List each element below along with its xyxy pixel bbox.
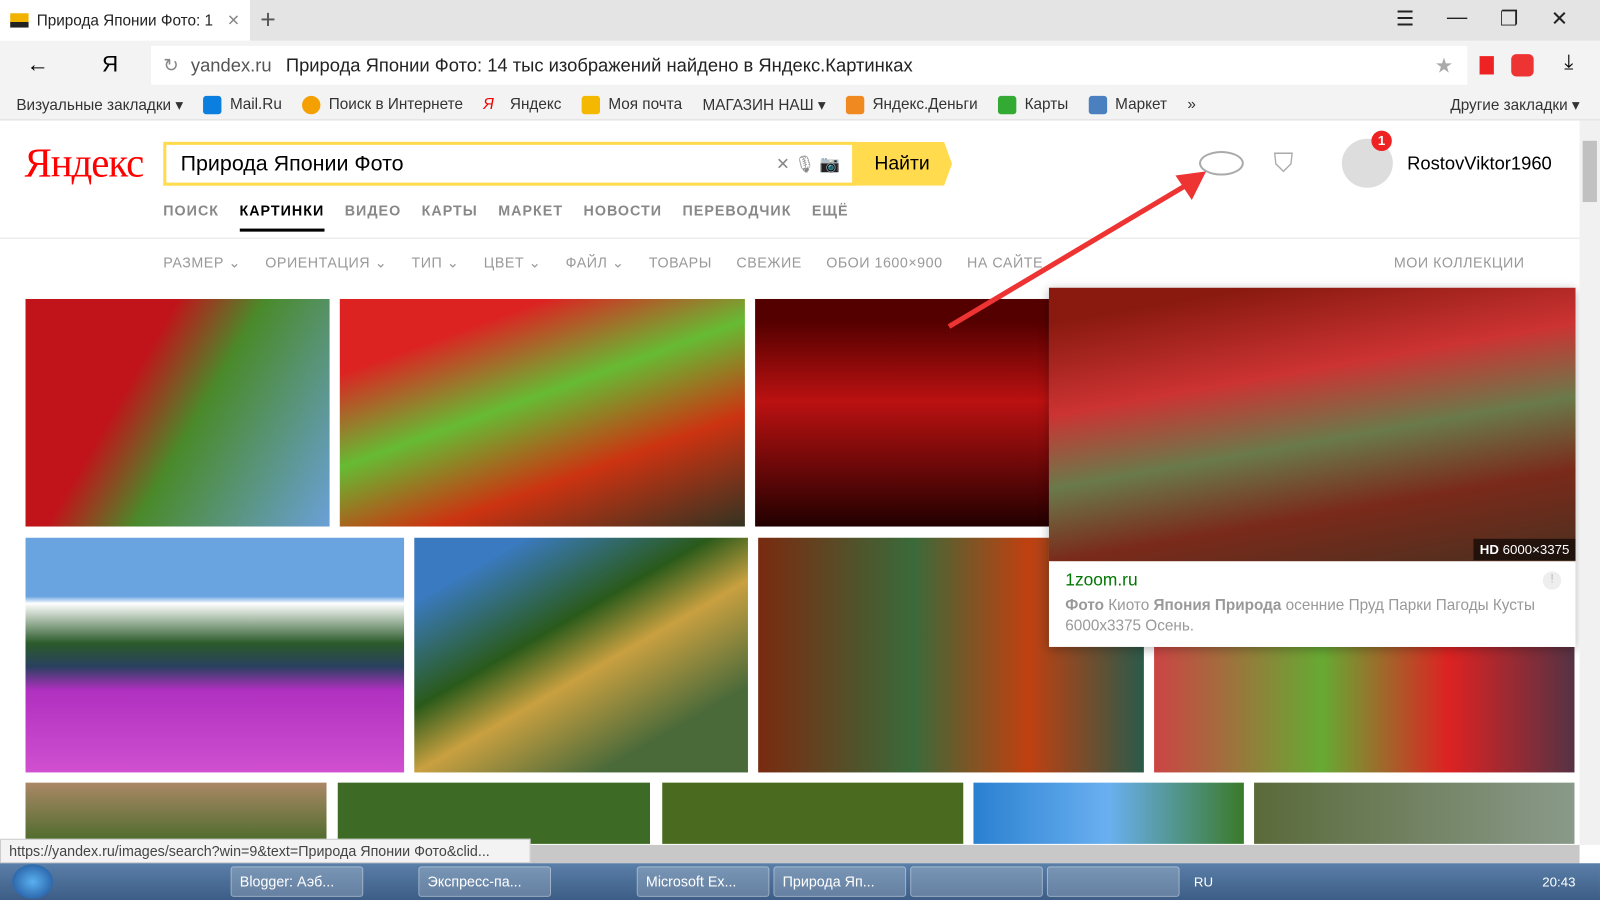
bookmark-item[interactable]: Поиск в Интернете [302, 95, 463, 114]
more-bookmarks[interactable]: » [1187, 96, 1196, 113]
report-icon[interactable]: ! [1542, 571, 1562, 590]
image-thumbnail[interactable] [337, 782, 650, 844]
star-icon[interactable]: ★ [1435, 53, 1453, 79]
filter-orientation[interactable]: ОРИЕНТАЦИЯ ⌄ [265, 254, 387, 271]
filter-file[interactable]: ФАЙЛ ⌄ [566, 254, 625, 271]
divider [0, 237, 1580, 239]
image-thumbnail[interactable] [339, 298, 745, 527]
start-button[interactable] [12, 864, 54, 899]
nav-search[interactable]: ПОИСК [163, 202, 219, 232]
taskbar-item[interactable]: Microsoft Ex... [636, 866, 770, 897]
image-thumbnail[interactable] [1254, 782, 1575, 844]
scrollbar[interactable] [1579, 120, 1600, 845]
nav-more[interactable]: ЕЩЁ [812, 202, 849, 232]
image-thumbnail[interactable] [25, 298, 330, 527]
image-thumbnail[interactable] [1154, 646, 1575, 773]
back-icon[interactable]: ← [27, 51, 49, 78]
image-thumbnail[interactable] [25, 782, 327, 844]
notification-badge: 1 [1371, 130, 1392, 152]
bookmarks-bar: Визуальные закладки ▾ Mail.Ru Поиск в Ин… [0, 89, 1600, 121]
filter-goods[interactable]: ТОВАРЫ [649, 254, 712, 271]
bookmark-item[interactable]: Визуальные закладки ▾ [16, 95, 183, 113]
image-thumbnail[interactable] [662, 782, 964, 844]
nav-images[interactable]: КАРТИНКИ [239, 202, 325, 232]
minimize-icon[interactable]: — [1447, 6, 1467, 32]
clear-icon[interactable]: ✕ 🎙 📷 [776, 154, 840, 174]
bookmark-icon[interactable] [1479, 56, 1494, 75]
bookmark-item[interactable]: Яндекс.Деньги [845, 95, 978, 114]
filter-wallpaper[interactable]: ОБОИ 1600×900 [826, 254, 942, 271]
filter-size[interactable]: РАЗМЕР ⌄ [163, 254, 241, 271]
filter-type[interactable]: ТИП ⌄ [412, 254, 460, 271]
resolution-badge: HD 6000×3375 [1473, 538, 1576, 561]
reload-icon[interactable]: ↻ [163, 55, 178, 76]
nav-translate[interactable]: ПЕРЕВОДЧИК [682, 202, 791, 232]
status-bar-url: https://yandex.ru/images/search?win=9&te… [0, 838, 531, 864]
clock[interactable]: 20:43 [1542, 874, 1575, 889]
other-bookmarks[interactable]: Другие закладки ▾ [1450, 95, 1579, 113]
filter-fresh[interactable]: СВЕЖИЕ [736, 254, 801, 271]
yandex-logo[interactable]: Яндекс [24, 139, 144, 187]
username[interactable]: RostovViktor1960 [1407, 153, 1552, 174]
download-icon[interactable]: ⤓ [1564, 51, 1573, 74]
image-thumbnail[interactable] [25, 537, 405, 773]
yandex-button[interactable]: Я [102, 51, 118, 78]
browser-tab[interactable]: Природа Японии Фото: 1 ✕ [0, 0, 250, 41]
bookmark-item[interactable]: Карты [998, 95, 1068, 114]
image-thumbnail[interactable] [973, 782, 1244, 844]
taskbar-item[interactable] [1046, 866, 1180, 897]
source-link[interactable]: 1zoom.ru [1065, 570, 1137, 590]
menu-icon[interactable]: ☰ [1396, 6, 1414, 32]
bookmark-item[interactable]: МАГАЗИН НАШ ▾ [703, 95, 826, 113]
search-button[interactable]: Найти [852, 141, 953, 186]
taskbar-item[interactable]: Blogger: Аэб... [230, 866, 364, 897]
nav-news[interactable]: НОВОСТИ [583, 202, 662, 232]
service-nav: ПОИСК КАРТИНКИ ВИДЕО КАРТЫ МАРКЕТ НОВОСТИ ПЕРЕ… [163, 202, 848, 232]
image-description: Фото Киото Япония Природа осенние Пруд П… [1065, 596, 1535, 635]
taskbar-item[interactable] [910, 866, 1043, 897]
close-window-icon[interactable]: ✕ [1551, 6, 1568, 32]
image-icon [10, 13, 29, 28]
nav-video[interactable]: ВИДЕО [345, 202, 402, 232]
image-preview-popup[interactable]: HD 6000×3375 1zoom.ru Фото Киото Япония … [1048, 287, 1576, 647]
restore-icon[interactable]: ❐ [1500, 6, 1518, 32]
taskbar-item[interactable]: Экспресс-па... [418, 866, 552, 897]
extension-icon[interactable] [1511, 54, 1534, 77]
taskbar-item[interactable]: Природа Яп... [773, 866, 907, 897]
new-tab-button[interactable]: + [260, 4, 275, 36]
address-bar[interactable]: ↻ yandex.ru Природа Японии Фото: 14 тыс из… [151, 45, 1468, 85]
annotation-arrow [947, 171, 1207, 329]
language-indicator[interactable]: RU [1194, 874, 1213, 889]
bookmark-item[interactable]: Я Яндекс [483, 95, 561, 113]
close-tab-icon[interactable]: ✕ [227, 11, 240, 29]
my-collections-link[interactable]: МОИ КОЛЛЕКЦИИ [1394, 254, 1525, 270]
image-thumbnail[interactable] [414, 537, 748, 773]
search-input[interactable]: Природа Японии Фото ✕ 🎙 📷 [163, 141, 858, 186]
horizontal-scrollbar[interactable] [530, 844, 1580, 864]
bookmark-item[interactable]: Mail.Ru [203, 95, 282, 114]
bookmark-item[interactable]: Моя почта [581, 95, 682, 114]
shield-icon[interactable]: ⛉ [1273, 147, 1293, 180]
taskbar: Blogger: Аэб... Экспресс-па... Microsoft… [0, 863, 1600, 900]
filters: РАЗМЕР ⌄ ОРИЕНТАЦИЯ ⌄ ТИП ⌄ ЦВЕТ ⌄ ФАЙЛ ⌄ ТОВ… [163, 254, 1043, 271]
nav-market[interactable]: МАРКЕТ [498, 202, 563, 232]
nav-maps[interactable]: КАРТЫ [422, 202, 478, 232]
bookmark-item[interactable]: Маркет [1088, 95, 1167, 114]
filter-color[interactable]: ЦВЕТ ⌄ [484, 254, 541, 271]
